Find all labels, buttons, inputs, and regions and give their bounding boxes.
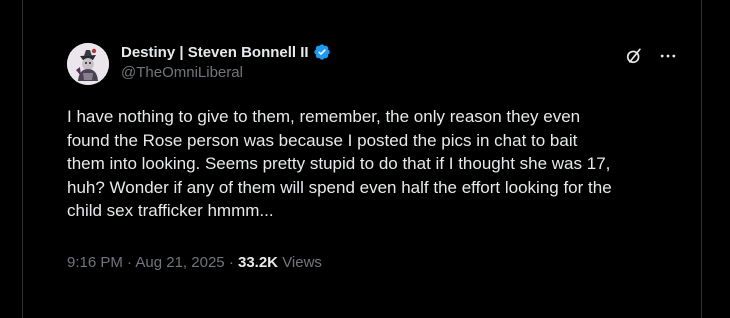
views-label: Views	[282, 254, 322, 271]
more-horizontal-icon[interactable]	[658, 46, 678, 66]
verified-badge-icon[interactable]	[313, 43, 331, 61]
tweet-text: I have nothing to give to them, remember…	[67, 107, 612, 221]
author-display-name[interactable]: Destiny | Steven Bonnell II	[121, 44, 309, 61]
author-handle[interactable]: @TheOmniLiberal	[121, 64, 331, 81]
tweet-date[interactable]: Aug 21, 2025	[135, 254, 224, 271]
meta-separator: ·	[228, 254, 234, 271]
views-count[interactable]: 33.2K	[238, 254, 278, 271]
meta-separator: ·	[127, 254, 133, 271]
name-row: Destiny | Steven Bonnell II	[121, 42, 331, 62]
tweet-meta: 9:16 PM · Aug 21, 2025 · 33.2K Views	[67, 254, 322, 271]
tweet-header: Destiny | Steven Bonnell II @TheOmniLibe…	[67, 40, 703, 88]
tweet-card: Destiny | Steven Bonnell II @TheOmniLibe…	[22, 0, 702, 318]
avatar-image	[67, 43, 109, 85]
avatar[interactable]	[67, 43, 109, 85]
header-actions	[624, 46, 678, 66]
tweet-time[interactable]: 9:16 PM	[67, 254, 123, 271]
grok-slash-circle-icon[interactable]	[624, 46, 644, 66]
author-info: Destiny | Steven Bonnell II @TheOmniLibe…	[121, 42, 331, 81]
